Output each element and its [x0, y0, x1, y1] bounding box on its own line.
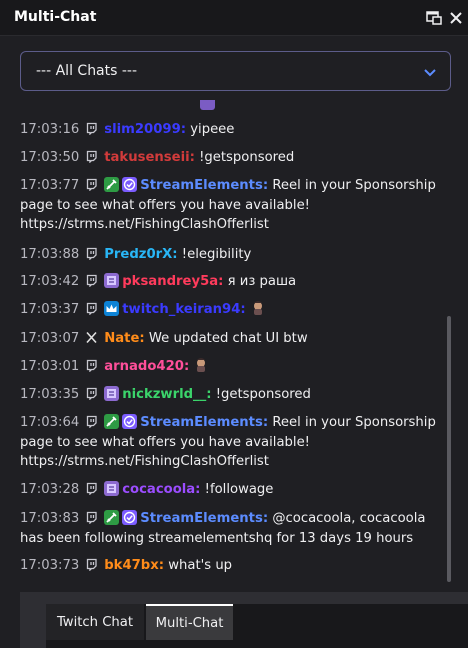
- verified-badge-icon: [122, 510, 138, 525]
- tab-multi-chat[interactable]: Multi-Chat: [146, 604, 233, 640]
- verified-badge-icon: [122, 414, 138, 429]
- message-timestamp: 17:03:73: [20, 558, 80, 573]
- message-timestamp: 17:03:50: [20, 150, 80, 165]
- message-text: !followage: [204, 482, 274, 497]
- message-timestamp: 17:03:83: [20, 511, 80, 526]
- message-username[interactable]: nickzwrld__:: [122, 387, 211, 402]
- chat-message: 17:03:37 twitch_keiran94:: [20, 300, 440, 320]
- chat-filter-select[interactable]: --- All Chats ---: [20, 51, 451, 91]
- tab-label: Multi-Chat: [155, 615, 224, 631]
- chat-message: 17:03:07 Nate: We updated chat UI btw: [20, 329, 440, 349]
- message-username[interactable]: Nate:: [104, 331, 144, 346]
- twitch-platform-icon: [87, 302, 97, 315]
- message-timestamp: 17:03:16: [20, 122, 80, 137]
- chat-message: 17:03:16 slim20099: yipeee: [20, 120, 440, 140]
- chat-message-partial: [20, 100, 440, 114]
- chevron-down-icon: [424, 69, 436, 77]
- window-title: Multi-Chat: [14, 9, 97, 25]
- multi-chat-window: Multi-Chat --- All Chats --- 17:03:16 sli…: [0, 0, 468, 648]
- twitch-platform-icon: [87, 247, 97, 260]
- message-timestamp: 17:03:88: [20, 247, 80, 262]
- message-text: !elegibility: [181, 247, 252, 262]
- x-platform-icon: [86, 331, 97, 344]
- message-username[interactable]: pksandrey5a:: [122, 274, 223, 289]
- chat-message: 17:03:42 pksandrey5a: я из раша: [20, 272, 440, 292]
- message-text: yipeee: [190, 122, 235, 137]
- chat-scrollbar[interactable]: [447, 316, 451, 582]
- message-timestamp: 17:03:77: [20, 178, 80, 193]
- twitch-platform-icon: [87, 178, 97, 191]
- message-text: what's up: [168, 558, 233, 573]
- popout-button[interactable]: [424, 8, 444, 28]
- message-username[interactable]: arnado420:: [104, 359, 189, 374]
- message-timestamp: 17:03:37: [20, 302, 80, 317]
- message-timestamp: 17:03:07: [20, 331, 80, 346]
- message-text: !getsponsored: [199, 150, 295, 165]
- message-text: я из раша: [227, 274, 297, 289]
- broadcaster-badge-icon: [104, 510, 120, 525]
- message-username[interactable]: StreamElements:: [140, 178, 268, 193]
- message-timestamp: 17:03:35: [20, 387, 80, 402]
- sub-badge-icon: [104, 273, 120, 288]
- message-username[interactable]: twitch_keiran94:: [122, 302, 245, 317]
- twitch-platform-icon: [87, 482, 97, 495]
- chat-message: 17:03:50 takusenseii: !getsponsored: [20, 148, 440, 168]
- sub-badge-icon: [200, 100, 215, 110]
- message-text: We updated chat UI btw: [148, 331, 308, 346]
- broadcaster-badge-icon: [104, 414, 120, 429]
- message-timestamp: 17:03:64: [20, 415, 80, 430]
- twitch-platform-icon: [87, 274, 97, 287]
- twitch-platform-icon: [87, 387, 97, 400]
- broadcaster-badge-icon: [104, 177, 120, 192]
- message-text: !getsponsored: [215, 387, 311, 402]
- close-button[interactable]: [446, 8, 466, 28]
- chat-message: 17:03:01 arnado420:: [20, 357, 440, 377]
- chat-message: 17:03:64 StreamElements: Reel in your Spo…: [20, 413, 440, 472]
- chat-message: 17:03:28 cocacoola: !followage: [20, 480, 440, 500]
- twitch-platform-icon: [87, 359, 97, 372]
- twitch-platform-icon: [87, 415, 97, 428]
- message-username[interactable]: StreamElements:: [140, 415, 268, 430]
- chat-message: 17:03:35 nickzwrld__: !getsponsored: [20, 385, 440, 405]
- message-username[interactable]: Predz0rX:: [104, 247, 177, 262]
- message-username[interactable]: cocacoola:: [122, 482, 200, 497]
- tab-twitch-chat[interactable]: Twitch Chat: [46, 604, 144, 640]
- message-username[interactable]: StreamElements:: [140, 511, 268, 526]
- popout-icon: [426, 11, 442, 25]
- message-timestamp: 17:03:01: [20, 359, 80, 374]
- close-icon: [450, 12, 462, 24]
- twitch-platform-icon: [87, 150, 97, 163]
- sub-badge-icon: [104, 481, 120, 496]
- message-username[interactable]: takusenseii:: [104, 150, 195, 165]
- chat-filter-value: --- All Chats ---: [36, 63, 138, 79]
- chat-log[interactable]: 17:03:16 slim20099: yipeee 17:03:50 takusen…: [0, 100, 468, 592]
- chat-message: 17:03:83 StreamElements: @cocacoola, coca…: [20, 509, 440, 548]
- message-username[interactable]: bk47bx:: [104, 558, 164, 573]
- twitch-platform-icon: [87, 122, 97, 135]
- emote-icon: [193, 357, 209, 373]
- chat-message: 17:03:73 bk47bx: what's up: [20, 556, 440, 576]
- emote-icon: [250, 300, 266, 316]
- title-bar: Multi-Chat: [0, 0, 468, 36]
- chat-message: 17:03:88 Predz0rX: !elegibility: [20, 245, 440, 265]
- verified-badge-icon: [122, 177, 138, 192]
- sub-badge-icon: [104, 386, 120, 401]
- chat-message: 17:03:77 StreamElements: Reel in your Spo…: [20, 176, 440, 235]
- tab-label: Twitch Chat: [56, 614, 134, 630]
- message-username[interactable]: slim20099:: [104, 122, 186, 137]
- message-timestamp: 17:03:42: [20, 274, 80, 289]
- message-timestamp: 17:03:28: [20, 482, 80, 497]
- twitch-platform-icon: [87, 511, 97, 524]
- twitch-platform-icon: [87, 558, 97, 571]
- prime-badge-icon: [104, 301, 120, 316]
